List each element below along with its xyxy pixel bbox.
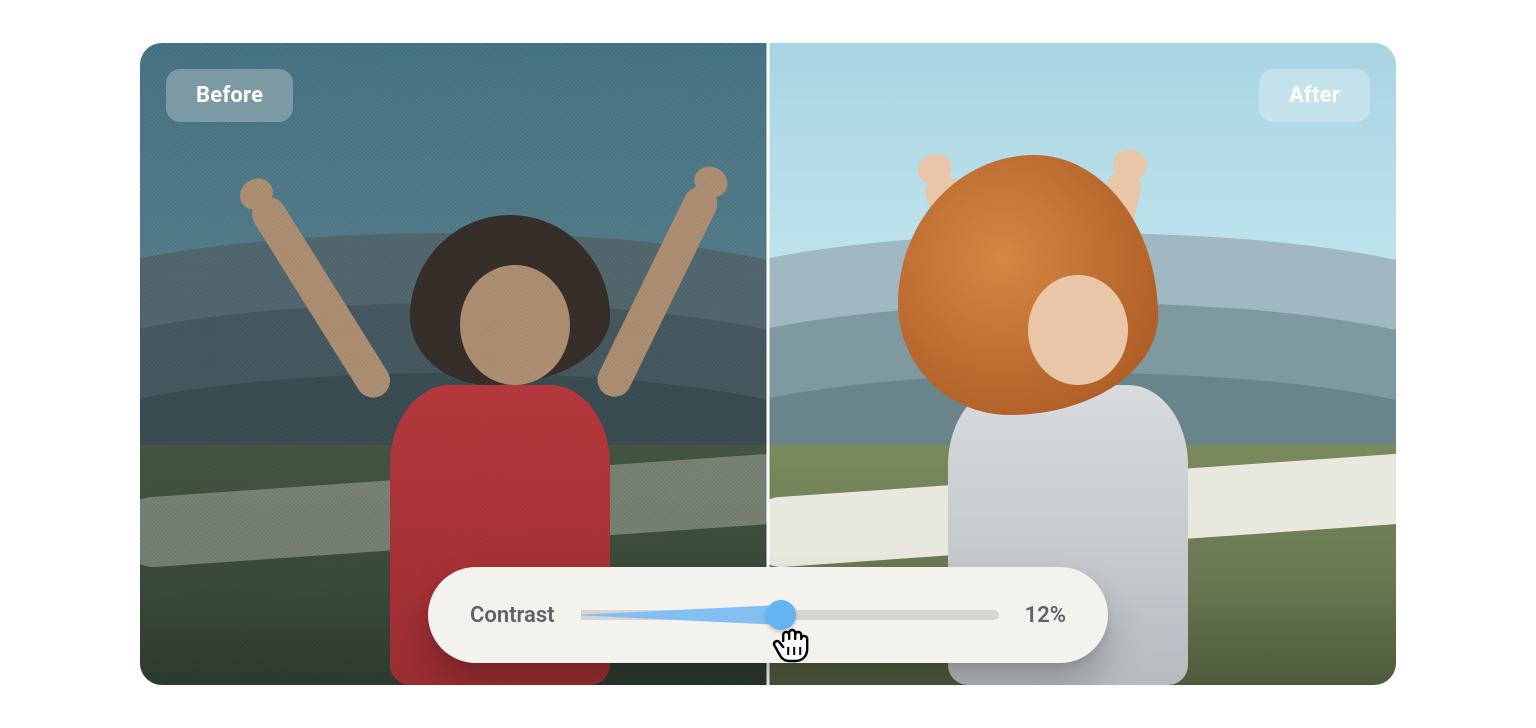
slider-value: 12% [1025, 603, 1066, 628]
contrast-slider[interactable] [581, 603, 999, 627]
after-label: After [1259, 69, 1370, 122]
image-compare-canvas: Before After Contrast 12% [140, 43, 1396, 685]
slider-thumb[interactable] [766, 600, 796, 630]
before-label: Before [166, 69, 293, 122]
slider-name: Contrast [470, 603, 555, 628]
adjustment-slider-panel: Contrast 12% [428, 567, 1108, 663]
